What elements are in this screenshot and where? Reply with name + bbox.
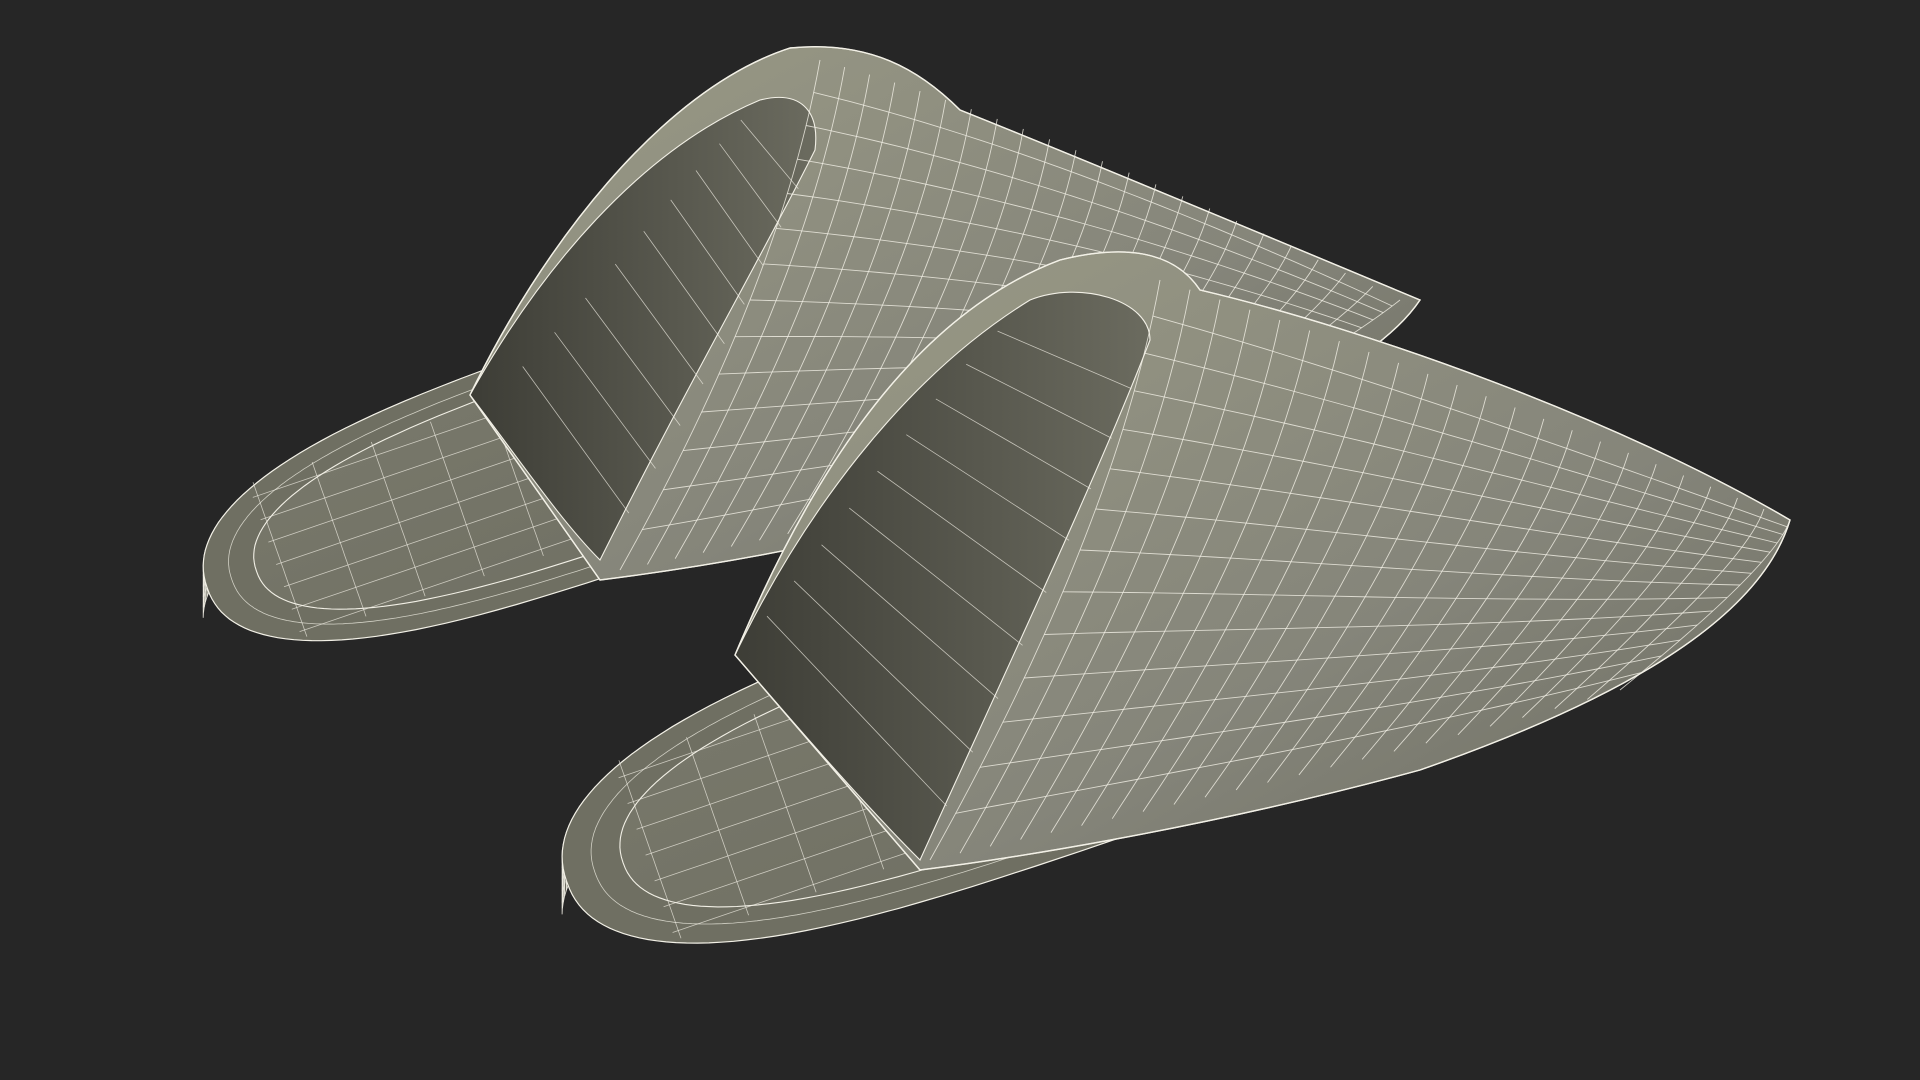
render-viewport — [0, 0, 1920, 1080]
slippers-wireframe-render — [202, 46, 1791, 944]
